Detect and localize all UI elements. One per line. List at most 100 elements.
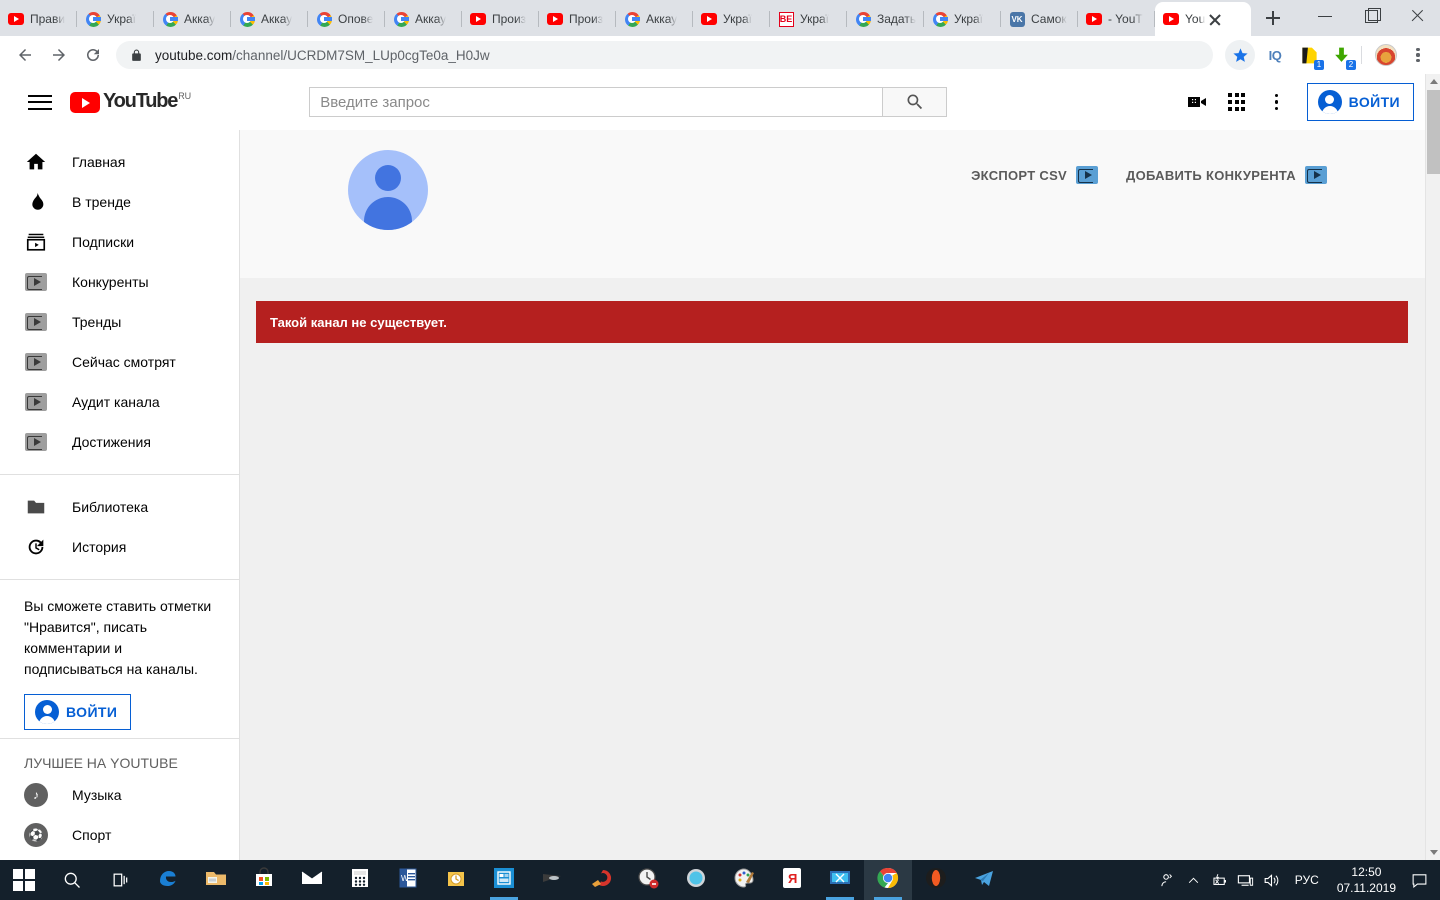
language-indicator[interactable]: РУС: [1285, 873, 1329, 887]
browser-tab[interactable]: Украї: [693, 2, 770, 36]
downloader-extension-icon[interactable]: 2: [1327, 41, 1356, 70]
taskbar-opera[interactable]: [912, 860, 960, 900]
browser-tab[interactable]: Произ: [539, 2, 616, 36]
browser-tab[interactable]: Прави: [0, 2, 77, 36]
reload-icon[interactable]: [76, 38, 110, 72]
show-hidden-icons-icon[interactable]: [1181, 860, 1207, 900]
tab-favicon: [162, 11, 178, 27]
sidebar-item-подписки[interactable]: Подписки: [0, 222, 239, 262]
browser-tab[interactable]: Аккау: [154, 2, 231, 36]
forward-icon[interactable]: [42, 38, 76, 72]
tab-title: Произ: [492, 12, 527, 26]
browser-tab[interactable]: Опове: [308, 2, 385, 36]
toolbar-divider: [1361, 46, 1362, 64]
taskbar-microsoft-store[interactable]: [240, 860, 288, 900]
battery-icon[interactable]: [1207, 860, 1233, 900]
taskbar-telegram[interactable]: [960, 860, 1008, 900]
people-icon[interactable]: [1155, 860, 1181, 900]
taskbar-screenshot-tool[interactable]: [816, 860, 864, 900]
scrollbar-thumb[interactable]: [1427, 90, 1440, 174]
clock[interactable]: 12:50 07.11.2019: [1329, 864, 1404, 896]
sidebar-item-конкуренты[interactable]: Конкуренты: [0, 262, 239, 302]
create-video-icon[interactable]: [1177, 82, 1217, 122]
search-submit-button[interactable]: [882, 87, 948, 117]
browser-tab[interactable]: Аккау: [616, 2, 693, 36]
add-competitor-button[interactable]: ДОБАВИТЬ КОНКУРЕНТА: [1126, 166, 1327, 184]
maximize-button[interactable]: [1348, 0, 1394, 32]
browser-tab[interactable]: VK Самок: [1001, 2, 1078, 36]
calculator-icon: [348, 866, 372, 895]
google-favicon: [85, 11, 101, 27]
taskbar-paint[interactable]: [720, 860, 768, 900]
browser-tab[interactable]: Аккау: [231, 2, 308, 36]
chrome-menu-icon[interactable]: [1404, 41, 1432, 69]
search-input[interactable]: [309, 87, 883, 117]
taskbar-timer[interactable]: [624, 860, 672, 900]
taskbar-search-icon[interactable]: [48, 860, 96, 900]
browser-tab-active[interactable]: You: [1155, 2, 1251, 36]
taskbar-file-explorer[interactable]: [192, 860, 240, 900]
close-tab-icon[interactable]: [1207, 11, 1223, 27]
page-scrollbar[interactable]: [1425, 74, 1440, 860]
notes-extension-icon[interactable]: 1: [1295, 41, 1324, 70]
taskbar-ccleaner[interactable]: [576, 860, 624, 900]
tab-title: Опове: [338, 12, 374, 26]
tab-favicon: [470, 11, 486, 27]
sidebar-item-аудит-канала[interactable]: Аудит канала: [0, 382, 239, 422]
browser-tab[interactable]: Произ: [462, 2, 539, 36]
volume-icon[interactable]: [1259, 860, 1285, 900]
taskbar-chrome[interactable]: [864, 860, 912, 900]
iq-extension-icon[interactable]: IQ: [1259, 41, 1291, 69]
taskbar-mail[interactable]: [288, 860, 336, 900]
sidebar-item-тренды[interactable]: Тренды: [0, 302, 239, 342]
home-icon: [24, 150, 48, 174]
youtube-play-icon: [70, 92, 100, 113]
blue-flag-icon: [1076, 166, 1099, 184]
sidebar-best-спорт[interactable]: ⚽ Спорт: [0, 815, 239, 855]
browser-tab[interactable]: - YouT: [1078, 2, 1155, 36]
signin-button[interactable]: ВОЙТИ: [1306, 83, 1414, 121]
back-icon[interactable]: [8, 38, 42, 72]
taskbar-calculator[interactable]: [336, 860, 384, 900]
chrome-browser-window: Прави Украї Аккау Аккау Опове Аккау Произ Произ…: [0, 0, 1440, 860]
sidebar-best-музыка[interactable]: ♪ Музыка: [0, 775, 239, 815]
start-button[interactable]: [0, 860, 48, 900]
browser-tab[interactable]: BE Украї: [770, 2, 847, 36]
sidebar-item-главная[interactable]: Главная: [0, 142, 239, 182]
address-bar[interactable]: youtube.com/channel/UCRDM7SM_LUp0cgTe0a_…: [116, 41, 1213, 69]
sidebar-signin-button[interactable]: ВОЙТИ: [24, 694, 132, 730]
export-csv-button[interactable]: ЭКСПОРТ CSV: [971, 166, 1099, 184]
new-tab-button[interactable]: [1259, 4, 1287, 32]
guide-menu-icon[interactable]: [28, 90, 52, 114]
browser-tab[interactable]: Задать: [847, 2, 924, 36]
taskbar-edge[interactable]: [144, 860, 192, 900]
taskbar-excel-blue[interactable]: [480, 860, 528, 900]
apps-grid-icon[interactable]: [1217, 82, 1257, 122]
taskbar-outlook[interactable]: [432, 860, 480, 900]
more-options-icon[interactable]: [1257, 82, 1297, 122]
action-center-icon[interactable]: [1404, 860, 1434, 900]
sidebar-item-достижения[interactable]: Достижения: [0, 422, 239, 462]
sidebar-item-сейчас-смотрят[interactable]: Сейчас смотрят: [0, 342, 239, 382]
sidebar-item-библиотека[interactable]: Библиотека: [0, 487, 239, 527]
sidebar-item-история[interactable]: История: [0, 527, 239, 567]
taskbar-yandex[interactable]: Я: [768, 860, 816, 900]
taskbar-blue-orb[interactable]: [672, 860, 720, 900]
bookmark-star-icon[interactable]: [1225, 40, 1255, 70]
browser-tab[interactable]: Аккау: [385, 2, 462, 36]
browser-tab[interactable]: Украї: [77, 2, 154, 36]
close-window-button[interactable]: [1394, 0, 1440, 32]
minimize-button[interactable]: [1302, 0, 1348, 32]
browser-tab[interactable]: Украї: [924, 2, 1001, 36]
youtube-logo[interactable]: YouTube RU: [70, 91, 191, 113]
profile-avatar-icon[interactable]: [1372, 41, 1400, 69]
task-view-icon[interactable]: [96, 860, 144, 900]
scroll-down-button[interactable]: [1426, 845, 1440, 860]
network-icon[interactable]: [1233, 860, 1259, 900]
taskbar-scanner[interactable]: [528, 860, 576, 900]
sidebar-item-label: В тренде: [72, 194, 131, 210]
taskbar-word[interactable]: W: [384, 860, 432, 900]
tab-title: - YouT: [1108, 12, 1143, 26]
sidebar-item-в-тренде[interactable]: В тренде: [0, 182, 239, 222]
sidebar-item-label: История: [72, 539, 127, 555]
